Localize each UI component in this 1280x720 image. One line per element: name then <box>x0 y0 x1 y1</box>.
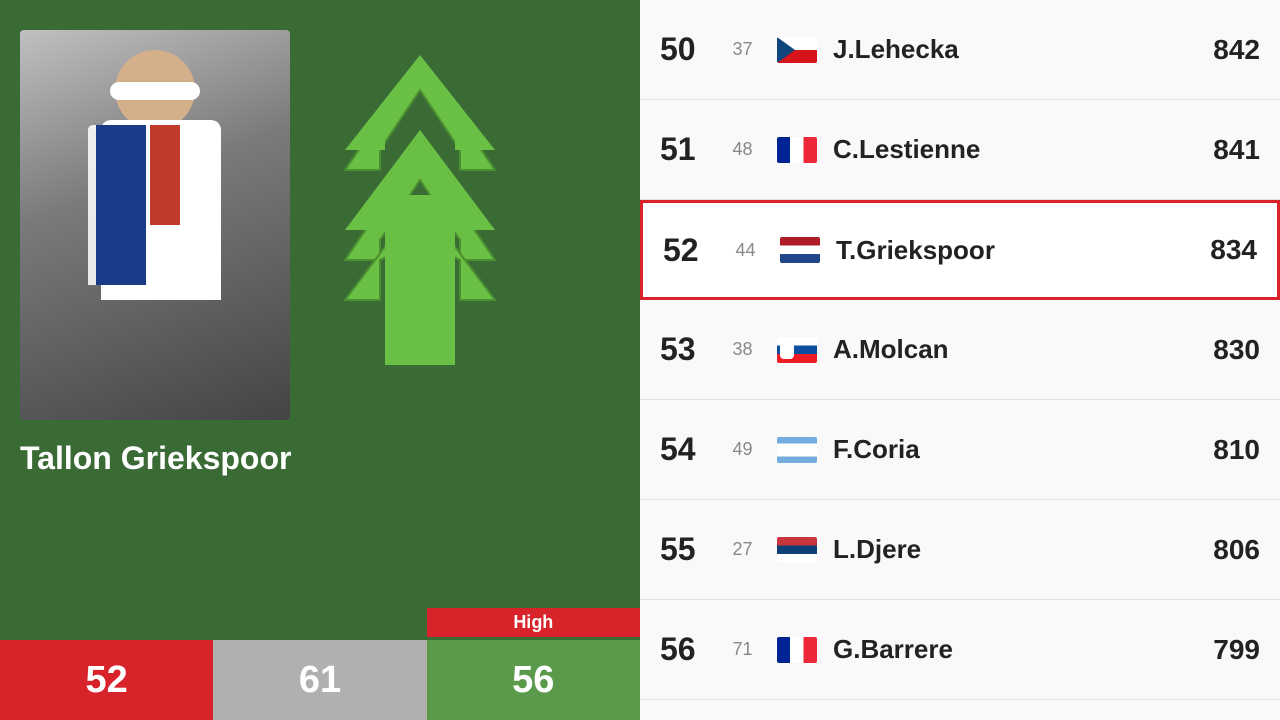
ranking-row: 54 49 F.Coria 810 <box>640 400 1280 500</box>
rank-number: 51 <box>660 131 720 168</box>
prev-rank: 71 <box>720 639 765 660</box>
ranking-row: 50 37 J.Lehecka 842 <box>640 0 1280 100</box>
player-name-entry: C.Lestienne <box>833 134 1200 165</box>
ranking-row: 52 44 T.Griekspoor 834 <box>640 200 1280 300</box>
rank-number: 56 <box>660 631 720 668</box>
player-points: 799 <box>1200 634 1260 666</box>
player-name: Tallon Griekspoor <box>20 440 291 477</box>
prev-rank: 37 <box>720 39 765 60</box>
player-name-entry: T.Griekspoor <box>836 235 1197 266</box>
weeks-box: 61 <box>213 640 426 720</box>
country-flag <box>777 37 817 63</box>
rank-number: 50 <box>660 31 720 68</box>
player-name-entry: G.Barrere <box>833 634 1200 665</box>
country-flag <box>780 237 820 263</box>
rank-number: 52 <box>663 232 723 269</box>
high-label: High <box>427 608 640 637</box>
ranking-row: 53 38 A.Molcan 830 <box>640 300 1280 400</box>
high-value: 56 <box>512 661 554 699</box>
player-points: 830 <box>1200 334 1260 366</box>
player-name-entry: J.Lehecka <box>833 34 1200 65</box>
player-name-entry: F.Coria <box>833 434 1200 465</box>
ranking-row: 55 27 L.Djere 806 <box>640 500 1280 600</box>
ranking-row: 57 54 P.Cachin 797 <box>640 700 1280 720</box>
player-points: 834 <box>1197 234 1257 266</box>
high-box: High 56 <box>427 640 640 720</box>
player-name-entry: L.Djere <box>833 534 1200 565</box>
rank-number: 53 <box>660 331 720 368</box>
weeks-value: 61 <box>299 661 341 699</box>
prev-rank: 44 <box>723 240 768 261</box>
ranking-row: 56 71 G.Barrere 799 <box>640 600 1280 700</box>
player-points: 841 <box>1200 134 1260 166</box>
prev-rank: 48 <box>720 139 765 160</box>
prev-rank: 49 <box>720 439 765 460</box>
up-arrow <box>340 50 500 370</box>
stats-row: 52 61 High 56 <box>0 640 640 720</box>
left-panel: Tallon Griekspoor 52 61 High 56 <box>0 0 640 720</box>
prev-rank: 27 <box>720 539 765 560</box>
current-rank-value: 52 <box>86 661 128 699</box>
country-flag <box>777 337 817 363</box>
player-points: 806 <box>1200 534 1260 566</box>
current-rank-box: 52 <box>0 640 213 720</box>
rank-number: 55 <box>660 531 720 568</box>
ranking-row: 51 48 C.Lestienne 841 <box>640 100 1280 200</box>
player-photo <box>20 30 290 420</box>
country-flag <box>777 137 817 163</box>
ranking-list: 50 37 J.Lehecka 842 51 48 C.Lestienne 84… <box>640 0 1280 720</box>
player-points: 842 <box>1200 34 1260 66</box>
player-name-entry: A.Molcan <box>833 334 1200 365</box>
country-flag <box>777 437 817 463</box>
prev-rank: 38 <box>720 339 765 360</box>
rank-number: 54 <box>660 431 720 468</box>
player-points: 810 <box>1200 434 1260 466</box>
country-flag <box>777 637 817 663</box>
right-panel: 50 37 J.Lehecka 842 51 48 C.Lestienne 84… <box>640 0 1280 720</box>
country-flag <box>777 537 817 563</box>
